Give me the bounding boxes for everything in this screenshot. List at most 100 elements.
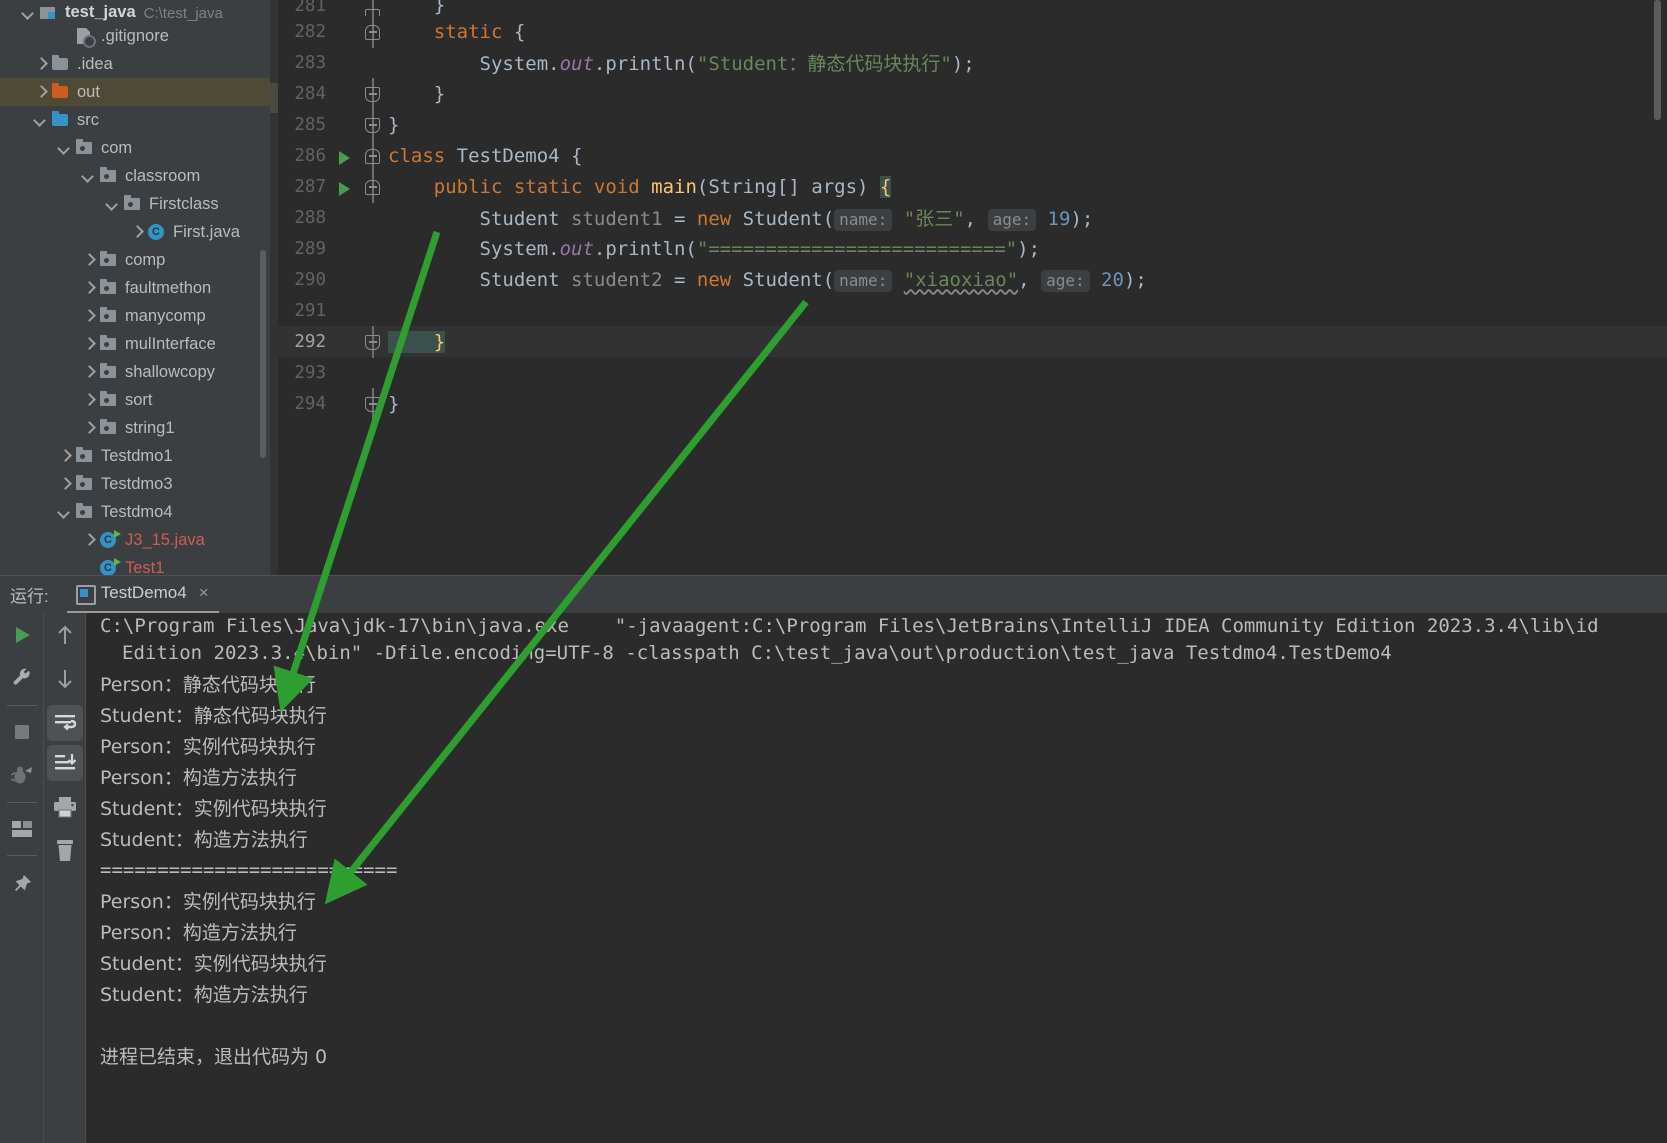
tree-row-manycomp[interactable]: manycomp — [0, 302, 270, 330]
rerun-button[interactable] — [0, 613, 44, 657]
chevron-right-icon[interactable] — [80, 335, 98, 353]
down-button[interactable] — [44, 657, 86, 701]
tree-row-testdmo4[interactable]: Testdmo4 — [0, 498, 270, 526]
code-text: } — [388, 393, 1667, 415]
pin-button[interactable] — [0, 862, 44, 906]
tree-row-src[interactable]: src — [0, 106, 270, 134]
code-line[interactable]: 289 System.out.println("================… — [270, 233, 1667, 264]
tree-row-test1[interactable]: Test1 — [0, 554, 270, 575]
project-tree-panel[interactable]: test_java C:\test_java .gitignore .idea ou… — [0, 0, 270, 575]
tree-row-classroom[interactable]: classroom — [0, 162, 270, 190]
code-token: } — [388, 82, 446, 105]
chevron-right-icon[interactable] — [32, 55, 50, 73]
chevron-right-icon[interactable] — [80, 419, 98, 437]
chevron-down-icon[interactable] — [56, 503, 74, 521]
tree-row-faultmethon[interactable]: faultmethon — [0, 274, 270, 302]
code-line[interactable]: 288 Student student1 = new Student(name:… — [270, 202, 1667, 233]
tree-row-root[interactable]: test_java C:\test_java — [0, 0, 270, 22]
code-line[interactable]: 284 } — [270, 77, 1667, 110]
tree-row-j3-15-java[interactable]: J3_15.java — [0, 526, 270, 554]
code-line[interactable]: 292 } — [270, 325, 1667, 358]
chevron-down-icon[interactable] — [104, 195, 122, 213]
console-line-list: C:\Program Files\Java\jdk-17\bin\java.ex… — [86, 615, 1667, 1071]
tree-row-firstclass[interactable]: Firstclass — [0, 190, 270, 218]
console-line: Person：实例代码块执行 — [100, 891, 316, 913]
code-token: System. — [388, 53, 560, 75]
chevron-right-icon[interactable] — [80, 531, 98, 549]
close-icon[interactable]: × — [199, 583, 209, 603]
print-button[interactable] — [44, 785, 86, 829]
tree-row--gitignore[interactable]: .gitignore — [0, 22, 270, 50]
tree-row-testdmo3[interactable]: Testdmo3 — [0, 470, 270, 498]
package-icon — [122, 195, 144, 213]
chevron-right-icon[interactable] — [56, 447, 74, 465]
code-line[interactable]: 282 static { — [270, 15, 1667, 48]
line-number: 287 — [294, 176, 326, 197]
console-line: 进程已结束，退出代码为 0 — [100, 1046, 328, 1068]
printer-icon — [54, 797, 76, 818]
edit-configuration-button[interactable] — [0, 657, 44, 701]
code-text: } — [388, 83, 1667, 105]
project-tree-scrollbar[interactable] — [260, 250, 266, 458]
chevron-right-icon[interactable] — [80, 363, 98, 381]
code-line[interactable]: 290 Student student2 = new Student(name:… — [270, 264, 1667, 295]
line-number: 282 — [294, 21, 326, 42]
tree-row-shallowcopy[interactable]: shallowcopy — [0, 358, 270, 386]
up-button[interactable] — [44, 613, 86, 657]
tree-row-string1[interactable]: string1 — [0, 414, 270, 442]
code-line[interactable]: 286 class TestDemo4 { — [270, 139, 1667, 172]
chevron-right-icon[interactable] — [80, 307, 98, 325]
console-output[interactable]: C:\Program Files\Java\jdk-17\bin\java.ex… — [86, 613, 1667, 1143]
soft-wrap-button[interactable] — [46, 705, 83, 741]
code-line[interactable]: 291 — [270, 295, 1667, 326]
line-number: 293 — [294, 362, 326, 383]
code-line[interactable]: 285} — [270, 108, 1667, 141]
play-icon — [16, 627, 30, 643]
tree-row-sort[interactable]: sort — [0, 386, 270, 414]
tree-row-com[interactable]: com — [0, 134, 270, 162]
tab-testdemo4[interactable]: TestDemo4 × — [66, 576, 219, 614]
chevron-right-icon[interactable] — [128, 223, 146, 241]
layout-button[interactable] — [0, 807, 44, 851]
stop-button[interactable] — [0, 710, 44, 754]
code-editor[interactable]: 281 } 282 static {283 System.out.println(… — [270, 0, 1667, 575]
chevron-down-icon[interactable] — [32, 111, 50, 129]
code-token: main — [651, 175, 697, 198]
tree-row-comp[interactable]: comp — [0, 246, 270, 274]
line-number: 289 — [294, 238, 326, 259]
chevron-right-icon[interactable] — [80, 279, 98, 297]
code-token: Student — [388, 268, 572, 291]
chevron-right-icon[interactable] — [80, 391, 98, 409]
chevron-right-icon[interactable] — [32, 83, 50, 101]
chevron-down-icon[interactable] — [20, 4, 38, 22]
code-line[interactable]: 281 } — [270, 0, 1667, 16]
tree-row-first-java[interactable]: First.java — [0, 218, 270, 246]
debug-button[interactable] — [0, 754, 44, 798]
tree-row-out[interactable]: out — [0, 78, 270, 106]
code-line[interactable]: 287 public static void main(String[] arg… — [270, 170, 1667, 203]
chevron-right-icon[interactable] — [56, 475, 74, 493]
chevron-right-icon[interactable] — [80, 251, 98, 269]
package-icon — [98, 279, 120, 297]
code-text: } — [388, 330, 1667, 353]
code-line[interactable]: 293 — [270, 357, 1667, 388]
tree-row-testdmo1[interactable]: Testdmo1 — [0, 442, 270, 470]
tree-item-label: string1 — [125, 418, 175, 437]
wrench-icon — [13, 668, 30, 685]
chevron-down-icon[interactable] — [56, 139, 74, 157]
line-number: 286 — [294, 145, 326, 166]
code-line[interactable]: 294} — [270, 387, 1667, 420]
chevron-down-icon[interactable] — [80, 167, 98, 185]
editor-scrollbar[interactable] — [1654, 0, 1661, 120]
tree-item-label: shallowcopy — [125, 362, 215, 381]
tree-row--idea[interactable]: .idea — [0, 50, 270, 78]
java-class-icon — [146, 223, 168, 241]
tree-row-mulinterface[interactable]: mulInterface — [0, 330, 270, 358]
clear-all-button[interactable] — [44, 829, 86, 873]
code-line[interactable]: 283 System.out.println("Student：静态代码块执行"… — [270, 47, 1667, 78]
scroll-to-end-button[interactable] — [46, 745, 83, 781]
tree-item-label: First.java — [173, 222, 240, 241]
